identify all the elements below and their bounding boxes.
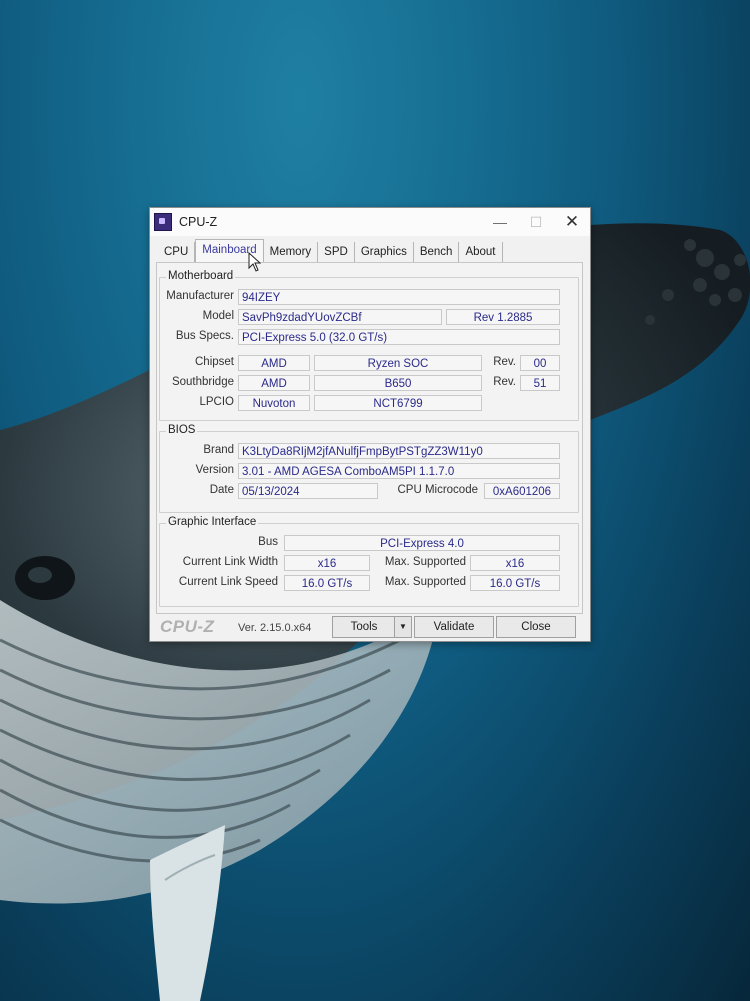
bus-specs-value: PCI-Express 5.0 (32.0 GT/s) <box>238 329 560 345</box>
bios-version-label: Version <box>195 464 234 476</box>
tab-spd[interactable]: SPD <box>318 242 355 262</box>
graphic-interface-group: Graphic Interface Bus PCI-Express 4.0 Cu… <box>159 516 579 607</box>
graphic-interface-group-label: Graphic Interface <box>166 516 259 528</box>
cpu-microcode-label: CPU Microcode <box>397 484 478 496</box>
chipset-name-value: Ryzen SOC <box>314 355 482 371</box>
current-link-speed-label: Current Link Speed <box>178 576 278 588</box>
bios-group-label: BIOS <box>166 424 198 436</box>
bios-brand-value: K3LtyDa8RIjM2jfANulfjFmpBytPSTgZZ3W11y0 <box>238 443 560 459</box>
bios-version-value: 3.01 - AMD AGESA ComboAM5PI 1.1.7.0 <box>238 463 560 479</box>
close-window-button[interactable]: ✕ <box>554 208 590 236</box>
southbridge-rev-label: Rev. <box>493 376 516 388</box>
manufacturer-value: 94IZEY <box>238 289 560 305</box>
tab-bar: CPU Mainboard Memory SPD Graphics Bench … <box>158 239 503 262</box>
version-text: Ver. 2.15.0.x64 <box>238 622 312 634</box>
cpuz-window: CPU-Z — ☐ ✕ CPU Mainboard Memory SPD Gra… <box>149 207 591 642</box>
model-value: SavPh9zdadYUovZCBf <box>238 309 442 325</box>
current-link-width-label: Current Link Width <box>182 556 278 568</box>
bios-date-label: Date <box>209 484 234 496</box>
current-link-speed-value: 16.0 GT/s <box>284 575 370 591</box>
chipset-rev-value: 00 <box>520 355 560 371</box>
max-supported-speed-label: Max. Supported <box>384 576 466 588</box>
cpu-microcode-value: 0xA601206 <box>484 483 560 499</box>
manufacturer-label: Manufacturer <box>166 290 234 302</box>
model-label: Model <box>202 310 234 322</box>
tools-dropdown-arrow[interactable]: ▼ <box>394 616 412 638</box>
gi-bus-label: Bus <box>258 536 278 548</box>
southbridge-name-value: B650 <box>314 375 482 391</box>
max-supported-width-label: Max. Supported <box>384 556 466 568</box>
bus-specs-label: Bus Specs. <box>175 330 234 342</box>
southbridge-vendor-value: AMD <box>238 375 310 391</box>
motherboard-group-label: Motherboard <box>166 270 236 282</box>
minimize-button[interactable]: — <box>482 208 518 236</box>
lpcio-vendor-value: Nuvoton <box>238 395 310 411</box>
footer-bar: CPU-Z Ver. 2.15.0.x64 Tools ▼ Validate C… <box>150 616 590 640</box>
chipset-vendor-value: AMD <box>238 355 310 371</box>
tab-about[interactable]: About <box>459 242 503 262</box>
tab-bench[interactable]: Bench <box>414 242 460 262</box>
validate-button[interactable]: Validate <box>414 616 494 638</box>
window-title: CPU-Z <box>179 215 218 229</box>
model-revision-value: Rev 1.2885 <box>446 309 560 325</box>
lpcio-name-value: NCT6799 <box>314 395 482 411</box>
chipset-rev-label: Rev. <box>493 356 516 368</box>
bios-date-value: 05/13/2024 <box>238 483 378 499</box>
max-supported-width-value: x16 <box>470 555 560 571</box>
tools-button[interactable]: Tools <box>332 616 396 638</box>
bios-brand-label: Brand <box>203 444 234 456</box>
chipset-label: Chipset <box>195 356 234 368</box>
tab-graphics[interactable]: Graphics <box>355 242 414 262</box>
cpuz-app-icon <box>154 213 172 231</box>
close-button[interactable]: Close <box>496 616 576 638</box>
current-link-width-value: x16 <box>284 555 370 571</box>
southbridge-rev-value: 51 <box>520 375 560 391</box>
tab-memory[interactable]: Memory <box>264 242 319 262</box>
cpuz-brand-logo: CPU-Z <box>160 617 215 636</box>
mainboard-panel: Motherboard Manufacturer 94IZEY Model Sa… <box>156 262 583 614</box>
maximize-button[interactable]: ☐ <box>518 208 554 236</box>
tab-cpu[interactable]: CPU <box>158 242 196 262</box>
southbridge-label: Southbridge <box>171 376 234 388</box>
lpcio-label: LPCIO <box>199 396 234 408</box>
max-supported-speed-value: 16.0 GT/s <box>470 575 560 591</box>
bios-group: BIOS Brand K3LtyDa8RIjM2jfANulfjFmpBytPS… <box>159 424 579 513</box>
motherboard-group: Motherboard Manufacturer 94IZEY Model Sa… <box>159 270 579 421</box>
gi-bus-value: PCI-Express 4.0 <box>284 535 560 551</box>
title-bar[interactable]: CPU-Z — ☐ ✕ <box>150 208 590 236</box>
mouse-pointer-icon <box>248 252 262 272</box>
